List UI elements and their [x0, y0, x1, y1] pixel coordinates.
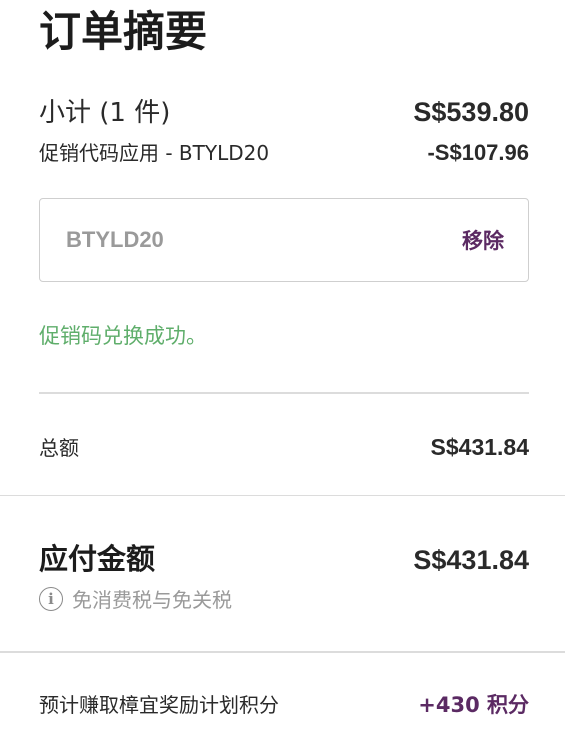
rewards-points-label: 预计赚取樟宜奖励计划积分 [39, 692, 279, 717]
subtotal-value: S$539.80 [413, 97, 529, 127]
total-label: 总额 [39, 435, 79, 460]
page-title: 订单摘要 [39, 7, 208, 56]
total-row: 总额 S$431.84 [39, 432, 529, 461]
remove-promo-button[interactable]: 移除 [462, 225, 504, 255]
order-summary: 订单摘要 小计 (1 件) S$539.80 促销代码应用 - BTYLD20 … [0, 0, 565, 719]
amount-due-row: 应付金额 S$431.84 [39, 536, 529, 578]
promo-discount-row: 促销代码应用 - BTYLD20 -S$107.96 [39, 137, 529, 166]
divider [0, 494, 565, 496]
amount-due-value: S$431.84 [413, 545, 529, 575]
subtotal-row: 小计 (1 件) S$539.80 [39, 92, 529, 129]
tax-note-text: 免消费税与免关税 [72, 588, 232, 612]
promo-discount-label: 促销代码应用 - BTYLD20 [39, 141, 270, 165]
rewards-points-row: 预计赚取樟宜奖励计划积分 +430 积分 [39, 689, 529, 719]
subtotal-label: 小计 (1 件) [39, 98, 171, 128]
info-icon[interactable]: i [39, 586, 63, 611]
divider [39, 392, 529, 394]
tax-note: i 免消费税与免关税 [39, 584, 529, 613]
amount-due-label: 应付金额 [39, 542, 156, 576]
divider [0, 651, 565, 653]
promo-success-message: 促销码兑换成功。 [39, 324, 207, 348]
rewards-points-value: +430 积分 [418, 692, 529, 717]
promo-code-box: BTYLD20 移除 [39, 198, 529, 282]
total-value: S$431.84 [430, 433, 529, 460]
promo-discount-value: -S$107.96 [427, 140, 529, 165]
applied-promo-code: BTYLD20 [66, 227, 164, 252]
